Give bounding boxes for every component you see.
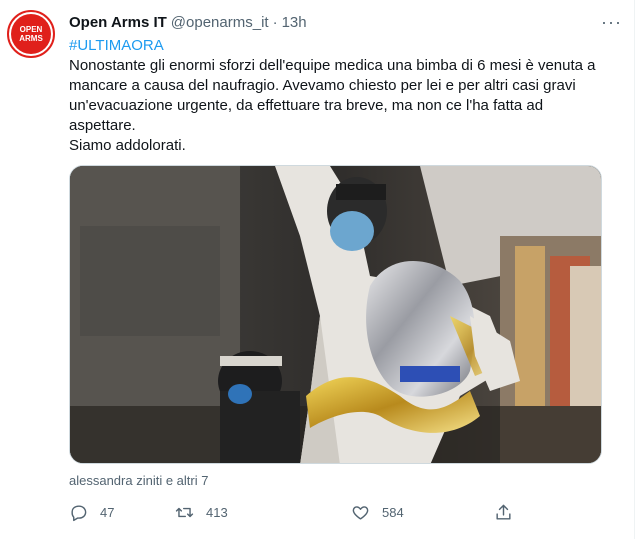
tweet-header: Open Arms IT @openarms_it · 13h [69, 12, 609, 32]
avatar-line-2: ARMS [19, 34, 43, 43]
liked-by-summary[interactable]: alessandra ziniti e altri 7 [69, 473, 208, 488]
tweet-text: #ULTIMAORA Nonostante gli enormi sforzi … [69, 36, 609, 156]
tweet-photo[interactable] [69, 165, 602, 464]
tweet-timestamp[interactable]: 13h [282, 14, 307, 31]
reply-button[interactable]: 47 [69, 500, 114, 524]
tweet-body: Nonostante gli enormi sforzi dell'equipe… [69, 57, 596, 134]
share-icon [496, 504, 511, 520]
tweet-closing: Siamo addolorati. [69, 137, 186, 154]
reply-icon [71, 504, 87, 521]
open-arms-logo: OPEN ARMS [11, 14, 51, 54]
tweet-content: Open Arms IT @openarms_it · 13h #ULTIMAO… [69, 12, 609, 156]
retweet-icon [175, 507, 194, 517]
separator-dot: · [272, 13, 278, 31]
like-button[interactable]: 584 [351, 500, 404, 524]
account-name[interactable]: Open Arms IT [69, 14, 167, 31]
tweet-card[interactable]: OPEN ARMS ··· Open Arms IT @openarms_it … [0, 0, 635, 539]
hashtag-link[interactable]: #ULTIMAORA [69, 36, 609, 56]
tweet-actions: 47 413 584 [69, 500, 529, 524]
retweet-button[interactable]: 413 [175, 500, 228, 524]
retweet-count: 413 [206, 504, 228, 520]
rescue-scene-photo [70, 166, 601, 463]
like-count: 584 [382, 504, 404, 520]
share-button[interactable] [494, 500, 525, 524]
account-handle[interactable]: @openarms_it [171, 14, 269, 31]
reply-count: 47 [100, 504, 115, 520]
avatar[interactable]: OPEN ARMS [7, 10, 55, 58]
heart-icon [352, 505, 369, 520]
avatar-line-1: OPEN [19, 25, 43, 34]
